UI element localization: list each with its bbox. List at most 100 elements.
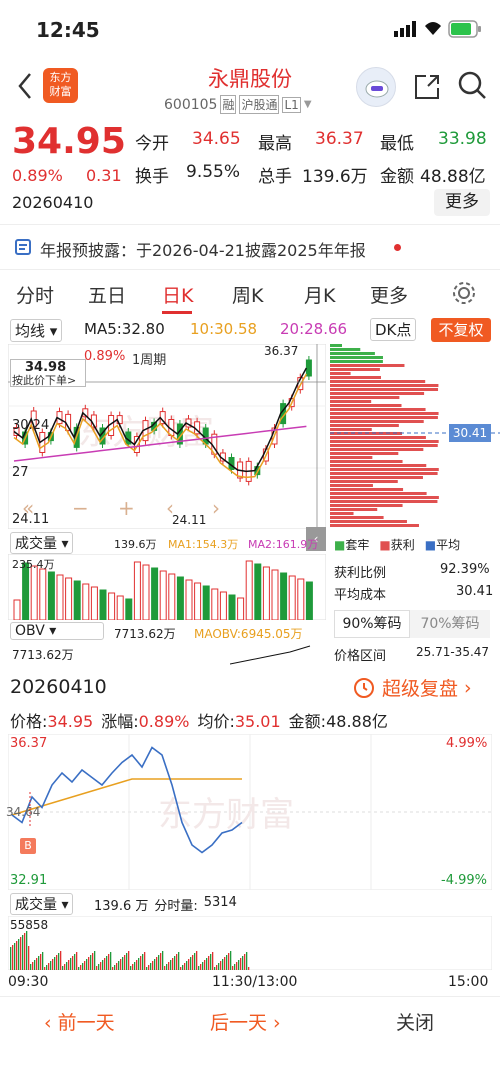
intraday-volume-bar — [142, 954, 144, 970]
intraday-volume-bar — [92, 953, 94, 970]
step-right-icon[interactable]: › — [212, 496, 220, 520]
popup-avg: 均价:35.01 — [197, 708, 280, 732]
chip-bar — [330, 448, 424, 451]
chip-bar — [330, 444, 438, 447]
time-mid: 11:30/13:00 — [212, 974, 298, 990]
close-button[interactable]: 关闭 — [396, 1008, 434, 1035]
intraday-volume-bar — [170, 960, 172, 970]
volume-bar — [185, 579, 193, 620]
intraday-volume-bar — [148, 965, 150, 970]
assistant-avatar[interactable] — [356, 67, 396, 107]
intraday-volume-chart — [8, 916, 492, 970]
intraday-volume-bar — [124, 955, 126, 970]
more-button[interactable]: 更多 — [434, 189, 490, 216]
settings-gear-icon[interactable] — [452, 281, 476, 309]
scroll-left-icon[interactable]: « — [22, 496, 34, 520]
intraday-volume-bar — [136, 960, 138, 970]
dropdown-arrow-icon[interactable]: ▼ — [304, 99, 312, 110]
intraday-volume-bar — [198, 966, 200, 970]
intraday-volume-bar — [102, 960, 104, 970]
next-day-button[interactable]: 后一天 › — [210, 1008, 281, 1035]
share-icon[interactable] — [412, 72, 440, 104]
tab-intraday[interactable]: 分时 — [16, 281, 54, 308]
step-left-icon[interactable]: ‹ — [166, 496, 174, 520]
volume-indicator-select[interactable]: 成交量 ▾ — [10, 532, 74, 554]
tab-monthly-k[interactable]: 月K — [304, 281, 335, 308]
intraday-volume-bar — [178, 952, 180, 970]
chip-bar — [330, 352, 375, 355]
intraday-volume-bar — [188, 959, 190, 970]
intraday-volume-bar — [210, 954, 212, 970]
vol-ma1: MA1:154.3万 — [168, 538, 239, 551]
volume-bar — [211, 588, 219, 620]
search-icon[interactable] — [458, 71, 488, 105]
connect-badge: 沪股通 — [239, 95, 280, 114]
intraday-pct-top: 4.99% — [446, 736, 488, 751]
volume-bar — [99, 589, 107, 620]
chip-bar — [330, 396, 400, 399]
tab-daily-k[interactable]: 日K — [162, 281, 193, 308]
intraday-volume-bar — [248, 967, 250, 970]
intraday-volume-bar — [56, 955, 58, 970]
zoom-in-icon[interactable]: + — [118, 496, 135, 520]
popup-price-label: 价格: — [10, 712, 48, 731]
intraday-volume-bar — [228, 953, 230, 970]
prev-day-button[interactable]: ‹ 前一天 — [44, 1008, 115, 1035]
volume-bar — [254, 563, 262, 620]
intraday-volume-select[interactable]: 成交量 ▾ — [10, 893, 74, 915]
min-price-marker: 24.11 — [172, 513, 207, 527]
time-start: 09:30 — [8, 974, 49, 990]
time-end: 15:00 — [448, 974, 489, 990]
intraday-volume-bar — [26, 931, 28, 970]
vol-select-label: 成交量 — [15, 536, 57, 552]
tab-weekly-k[interactable]: 周K — [232, 281, 263, 308]
intraday-volume-bar — [144, 952, 146, 970]
intraday-volume-bar — [134, 962, 136, 970]
intraday-price-chart[interactable]: 东方财富 — [8, 734, 492, 890]
amount-label: 金额 — [380, 167, 414, 187]
period-label[interactable]: 1周期 — [132, 349, 166, 368]
obv-indicator-select[interactable]: OBV ▾ — [10, 622, 104, 640]
intraday-volume-bar — [44, 967, 46, 970]
turnover-value: 9.55% — [186, 162, 241, 182]
volume-bar — [245, 560, 253, 620]
tab-more[interactable]: 更多 — [370, 281, 408, 308]
chip-bar — [330, 376, 381, 379]
volume-bar — [305, 581, 313, 620]
zoom-out-icon[interactable]: − — [72, 496, 89, 520]
no-adjust-button[interactable]: 不复权 — [431, 318, 491, 342]
chip-bar — [330, 368, 380, 371]
order-hint[interactable]: 按此价下单> — [12, 372, 76, 388]
buy-marker[interactable]: B — [20, 838, 36, 854]
super-replay-button[interactable]: 超级复盘 › — [352, 674, 472, 701]
announcement-bar[interactable]: 年报预披露：于2026-04-21披露2025年年报 — [0, 224, 500, 270]
intraday-volume-bar — [216, 965, 218, 970]
chip-bar — [330, 360, 383, 363]
intraday-volume-bar — [14, 943, 16, 970]
intraday-volume-bar — [34, 960, 36, 970]
chip-tab-90[interactable]: 90%筹码 — [334, 610, 410, 638]
intraday-volume-bar — [236, 962, 238, 970]
open-value: 34.65 — [192, 129, 241, 149]
svg-text:东方财富: 东方财富 — [158, 795, 294, 835]
chip-tab-70[interactable]: 70%筹码 — [410, 610, 490, 638]
volume-bar — [108, 592, 116, 620]
intraday-vol-total: 139.6 万 — [94, 899, 149, 914]
intraday-volume-bar — [86, 959, 88, 970]
intraday-volume-bar — [120, 959, 122, 970]
intraday-volume-bar — [58, 953, 60, 970]
chip-bar — [330, 348, 361, 351]
intraday-volume-bar — [238, 960, 240, 970]
margin-badge: 融 — [220, 95, 237, 114]
ma-indicator-select[interactable]: 均线 ▾ — [10, 319, 63, 342]
chip-bar — [330, 344, 342, 347]
dk-point-button[interactable]: DK点 — [370, 318, 417, 341]
intraday-volume-bar — [98, 964, 100, 970]
intraday-volume-bar — [240, 958, 242, 970]
popup-avg-value: 35.01 — [234, 712, 281, 731]
prev-day-label: 前一天 — [57, 1012, 115, 1034]
tab-five-day[interactable]: 五日 — [88, 281, 126, 308]
intraday-volume-bar — [200, 964, 202, 970]
ma10-value: 10:30.58 — [190, 320, 258, 338]
quote-date: 20260410 — [12, 193, 94, 212]
